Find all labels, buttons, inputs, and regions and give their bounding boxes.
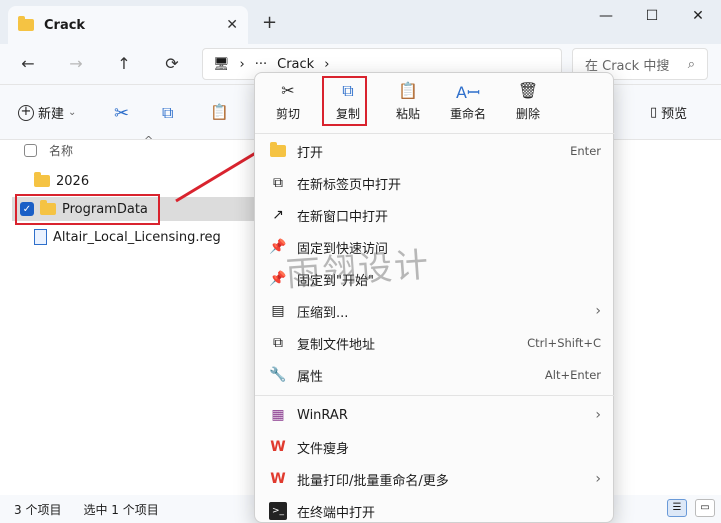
menu-item-label: 打开 <box>297 145 324 161</box>
menu-item-label: 文件瘦身 <box>297 441 350 457</box>
menu-item-copy-path[interactable]: ⧉ 复制文件地址 Ctrl+Shift+C <box>255 327 615 359</box>
context-menu: ✂ 剪切 ⧉ 复制 📋 粘贴 Aꟷ 重命名 🗑 删除 打开 Enter ⧉ 在新… <box>254 72 615 523</box>
menu-item-label: WinRAR <box>297 407 348 423</box>
shortcut-text: Ctrl+Shift+C <box>527 336 601 350</box>
menu-divider <box>255 133 615 134</box>
menu-item-batch[interactable]: W 批量打印/批量重命名/更多 › <box>255 463 615 495</box>
menu-item-open[interactable]: 打开 Enter <box>255 135 615 167</box>
wps-icon: W <box>270 439 286 455</box>
menu-item-properties[interactable]: 🔧 属性 Alt+Enter <box>255 359 615 391</box>
shortcut-text: Alt+Enter <box>544 368 601 382</box>
menu-item-label: 压缩到... <box>297 305 349 321</box>
chevron-right-icon: › <box>595 407 601 423</box>
menu-item-label: 批量打印/批量重命名/更多 <box>297 473 449 489</box>
paste-button[interactable]: 📋 粘贴 <box>381 81 435 131</box>
highlight-box-copy <box>322 76 367 126</box>
terminal-icon: >_ <box>269 502 287 520</box>
menu-item-file-slim[interactable]: W 文件瘦身 <box>255 431 615 463</box>
paste-label: 粘贴 <box>395 107 420 121</box>
winrar-icon: ▦ <box>271 407 285 423</box>
trash-icon: 🗑 <box>517 81 539 100</box>
delete-button[interactable]: 🗑 删除 <box>501 81 555 131</box>
zip-icon: ▤ <box>271 303 285 319</box>
menu-item-open-terminal[interactable]: >_ 在终端中打开 <box>255 495 615 523</box>
delete-label: 删除 <box>515 107 540 121</box>
cut-button[interactable]: ✂ 剪切 <box>261 81 315 131</box>
menu-item-compress[interactable]: ▤ 压缩到... › <box>255 295 615 327</box>
shortcut-text: Enter <box>570 144 601 158</box>
pin-icon: 📌 <box>269 271 287 287</box>
menu-item-label: 在新窗口中打开 <box>297 209 389 225</box>
rename-icon: Aꟷ <box>456 83 480 102</box>
menu-item-winrar[interactable]: ▦ WinRAR › <box>255 399 615 431</box>
rename-button[interactable]: Aꟷ 重命名 <box>441 81 495 131</box>
chevron-right-icon: › <box>595 303 601 319</box>
menu-item-label: 在终端中打开 <box>297 505 376 521</box>
menu-item-open-new-window[interactable]: ↗ 在新窗口中打开 <box>255 199 615 231</box>
rename-label: 重命名 <box>449 107 486 121</box>
chevron-right-icon: › <box>595 471 601 487</box>
wps-icon: W <box>270 471 286 487</box>
copy-path-icon: ⧉ <box>273 335 283 351</box>
cut-label: 剪切 <box>275 107 300 121</box>
new-tab-icon: ⧉ <box>273 175 283 191</box>
open-external-icon: ↗ <box>272 207 284 223</box>
menu-item-label: 属性 <box>297 369 324 385</box>
menu-divider <box>255 395 615 396</box>
menu-item-label: 在新标签页中打开 <box>297 177 402 193</box>
clipboard-icon: 📋 <box>398 81 418 100</box>
folder-open-icon <box>269 142 287 160</box>
watermark: 雨翎设计 <box>285 245 432 295</box>
menu-item-label: 复制文件地址 <box>297 337 376 353</box>
scissors-icon: ✂ <box>281 81 295 100</box>
wrench-icon: 🔧 <box>269 367 287 383</box>
menu-item-open-new-tab[interactable]: ⧉ 在新标签页中打开 <box>255 167 615 199</box>
